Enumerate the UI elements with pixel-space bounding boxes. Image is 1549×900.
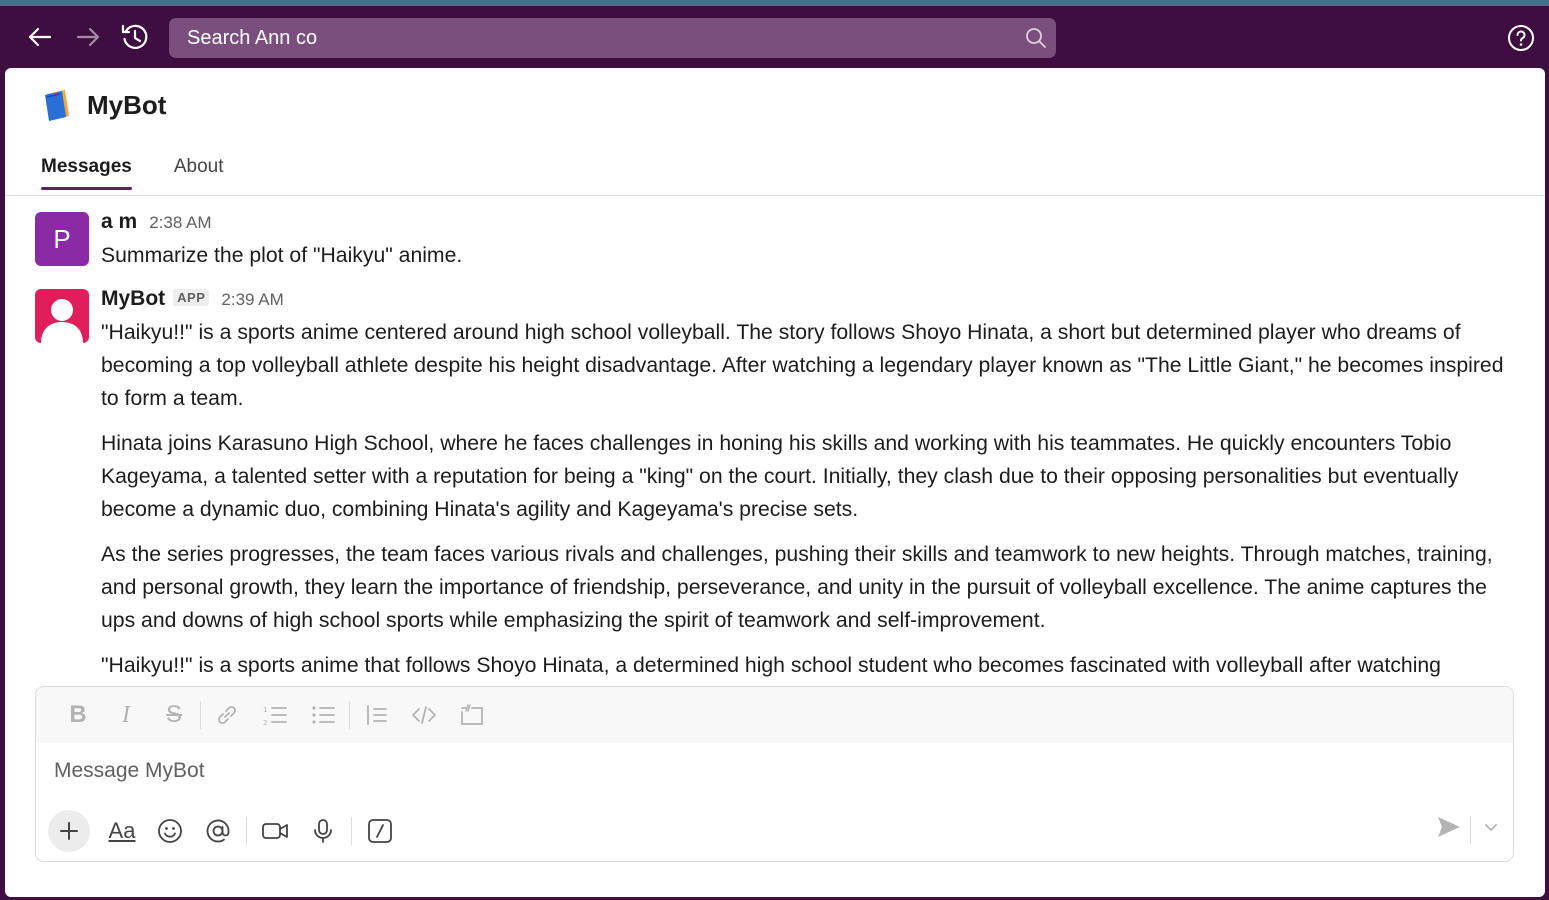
message-paragraph: Summarize the plot of "Haikyu" anime. — [101, 244, 463, 267]
message-paragraph: "Haikyu!!" is a sports anime that follow… — [101, 654, 1441, 677]
forward-arrow-icon[interactable] — [73, 20, 103, 54]
book-icon — [45, 90, 69, 121]
divider — [246, 817, 247, 845]
timestamp[interactable]: 2:39 AM — [221, 290, 283, 310]
message-paragraph: As the series progresses, the team faces… — [101, 543, 1493, 632]
message-body: "Haikyu!!" is a sports anime centered ar… — [101, 316, 1521, 686]
search-bar[interactable]: Search Ann co — [169, 18, 1056, 58]
message-paragraph: "Haikyu!!" is a sports anime centered ar… — [101, 321, 1504, 410]
microphone-icon[interactable] — [299, 810, 347, 852]
user-icon — [41, 299, 83, 343]
main-panel: MyBot Messages About P a m 2:38 AM Summa… — [5, 68, 1545, 897]
divider — [351, 817, 352, 845]
text-format-label: Aa — [108, 818, 136, 843]
back-arrow-icon[interactable] — [25, 20, 55, 54]
tab-list: Messages About — [41, 156, 266, 190]
send-icon[interactable] — [1436, 815, 1462, 844]
channel-header[interactable]: MyBot — [41, 88, 166, 122]
sender-name[interactable]: a m — [101, 210, 137, 234]
avatar[interactable]: P — [35, 212, 89, 266]
svg-text:2: 2 — [263, 719, 267, 727]
link-icon[interactable] — [203, 695, 251, 735]
formatting-toolbar: B I S 12 — [36, 687, 1513, 743]
send-controls — [1436, 815, 1499, 844]
plus-icon[interactable] — [48, 810, 90, 852]
search-text: Search Ann co — [187, 26, 318, 49]
bold-icon[interactable]: B — [54, 695, 102, 735]
tab-messages[interactable]: Messages — [41, 156, 132, 190]
message-list: P a m 2:38 AM Summarize the plot of "Hai… — [5, 196, 1545, 686]
help-icon[interactable] — [1507, 24, 1535, 57]
numbered-list-icon[interactable]: 12 — [251, 695, 299, 735]
mention-icon[interactable] — [194, 810, 242, 852]
blockquote-icon[interactable] — [352, 695, 400, 735]
message-body: Summarize the plot of "Haikyu" anime. — [101, 239, 1521, 284]
text-format-button[interactable]: Aa — [98, 810, 146, 852]
tab-about[interactable]: About — [174, 156, 224, 190]
slash-command-icon[interactable] — [356, 810, 404, 852]
chevron-down-icon[interactable] — [1483, 819, 1499, 840]
history-icon[interactable] — [120, 20, 150, 54]
divider — [200, 701, 201, 729]
italic-icon[interactable]: I — [102, 695, 150, 735]
page-title: MyBot — [87, 89, 167, 120]
strikethrough-icon[interactable]: S — [150, 695, 198, 735]
sender-name[interactable]: MyBot — [101, 287, 165, 311]
divider — [1470, 815, 1471, 844]
message-input[interactable]: Message MyBot — [54, 759, 205, 783]
bullet-list-icon[interactable] — [299, 695, 347, 735]
code-icon[interactable] — [400, 695, 448, 735]
app-badge: APP — [173, 289, 210, 306]
top-bar: Search Ann co — [0, 6, 1549, 68]
divider — [349, 701, 350, 729]
search-icon[interactable] — [1024, 26, 1048, 55]
message-paragraph: Hinata joins Karasuno High School, where… — [101, 432, 1459, 521]
code-block-icon[interactable] — [448, 695, 496, 735]
bot-avatar[interactable] — [35, 289, 89, 343]
emoji-icon[interactable] — [146, 810, 194, 852]
svg-text:1: 1 — [263, 706, 267, 714]
timestamp[interactable]: 2:38 AM — [149, 213, 211, 233]
video-icon[interactable] — [251, 810, 299, 852]
composer-actions: Aa — [48, 809, 404, 853]
message-composer: B I S 12 Message MyBot Aa — [35, 686, 1514, 862]
